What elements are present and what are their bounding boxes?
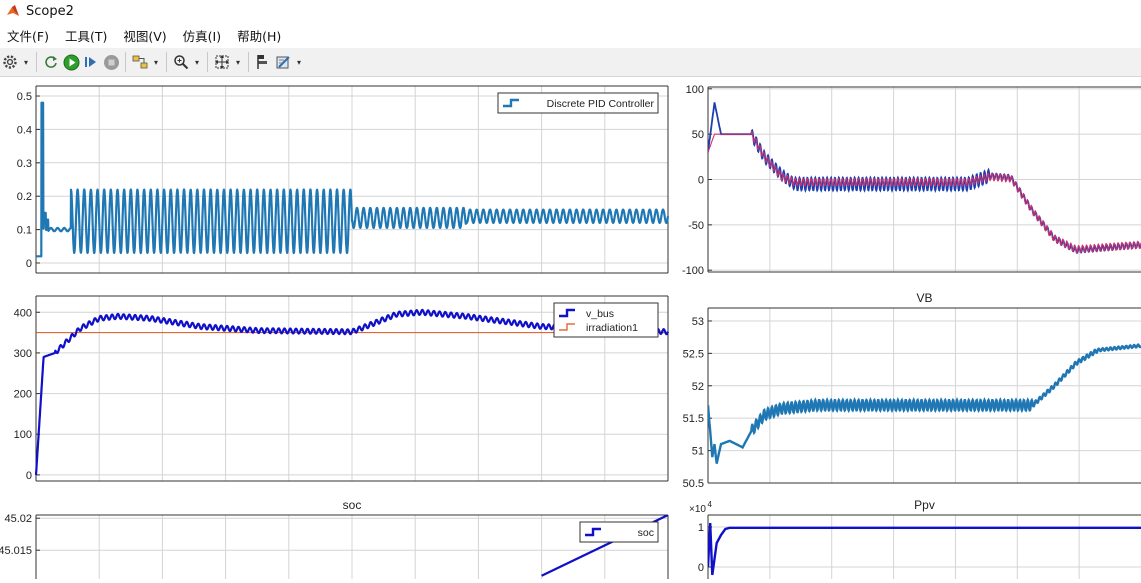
title-bar: Scope2 <box>0 0 1141 22</box>
plot-panel-vb <box>708 308 1141 483</box>
scope-plot-area: 0 0.1 0.2 0.3 0.4 0.5 Discrete PID Controller -… <box>0 77 1141 579</box>
menu-view[interactable]: 视图(V) <box>116 26 175 45</box>
y-tick-label: 51.5 <box>683 413 704 425</box>
y-tick-label: 0 <box>26 258 32 270</box>
y-tick-label: 100 <box>686 84 704 96</box>
y-tick-label: 1 <box>698 522 704 534</box>
y-tick-label: 400 <box>14 307 32 319</box>
toolbar-separator <box>125 52 126 72</box>
y-tick-label: 0.1 <box>17 225 32 237</box>
y-tick-label: 52.5 <box>683 348 704 360</box>
zoom-dropdown-icon[interactable]: ▾ <box>191 51 203 73</box>
plot-panel-ppv <box>708 515 1141 579</box>
y-tick-label: 0.4 <box>17 124 32 136</box>
y-tick-label: 0 <box>698 175 704 187</box>
legend-label: soc <box>638 527 654 539</box>
legend-label: Discrete PID Controller <box>547 98 655 110</box>
y-tick-label: 300 <box>14 348 32 360</box>
menu-simulation[interactable]: 仿真(I) <box>176 26 230 45</box>
refresh-icon[interactable] <box>41 51 61 73</box>
step-forward-icon[interactable] <box>81 51 101 73</box>
y-tick-label: 51 <box>692 446 704 458</box>
cursor-icon[interactable] <box>253 51 273 73</box>
matlab-logo-icon <box>7 5 19 16</box>
menu-bar: 文件(F) 工具(T) 视图(V) 仿真(I) 帮助(H) <box>0 22 1141 48</box>
menu-help[interactable]: 帮助(H) <box>230 26 290 45</box>
gear-dropdown-icon[interactable]: ▾ <box>20 51 32 73</box>
signal-select-dropdown-icon[interactable]: ▾ <box>150 51 162 73</box>
run-icon[interactable] <box>61 51 81 73</box>
style-dropdown-icon[interactable]: ▾ <box>293 51 305 73</box>
y-tick-label: 0.5 <box>17 91 32 103</box>
y-tick-label: 50.5 <box>683 478 704 490</box>
y-tick-label: 100 <box>14 429 32 441</box>
y-tick-label: 0 <box>698 562 704 574</box>
axis-exponent-label: ×10 <box>689 504 706 515</box>
y-tick-label: 0 <box>26 470 32 482</box>
legend-label: v_bus <box>586 308 614 320</box>
toolbar-separator <box>207 52 208 72</box>
chart-title-ppv: Ppv <box>914 498 935 512</box>
y-tick-label: -50 <box>688 220 704 232</box>
stop-icon[interactable] <box>101 51 121 73</box>
fit-view-dropdown-icon[interactable]: ▾ <box>232 51 244 73</box>
fit-view-icon[interactable] <box>212 51 232 73</box>
y-tick-label: 50 <box>692 129 704 141</box>
y-tick-label: 52 <box>692 381 704 393</box>
menu-tools[interactable]: 工具(T) <box>58 26 116 45</box>
chart-title-vb: VB <box>916 291 932 305</box>
zoom-icon[interactable] <box>171 51 191 73</box>
y-tick-label: 200 <box>14 389 32 401</box>
style-icon[interactable] <box>273 51 293 73</box>
axis-exponent-power: 4 <box>708 500 713 509</box>
y-tick-label: 45.015 <box>0 545 32 557</box>
y-tick-label: -100 <box>682 265 704 277</box>
scope-plots: 0 0.1 0.2 0.3 0.4 0.5 Discrete PID Controller -… <box>0 84 1141 579</box>
toolbar-separator <box>166 52 167 72</box>
window-title: Scope2 <box>26 3 74 19</box>
toolbar-separator <box>36 52 37 72</box>
y-tick-label: 53 <box>692 316 704 328</box>
toolbar: ▾ ▾ ▾ ▾ ▾ <box>0 48 1141 77</box>
toolbar-separator <box>248 52 249 72</box>
gear-icon[interactable] <box>0 51 20 73</box>
chart-title-soc: soc <box>343 498 362 512</box>
menu-file[interactable]: 文件(F) <box>0 26 58 45</box>
y-tick-label: 0.2 <box>17 191 32 203</box>
signal-select-icon[interactable] <box>130 51 150 73</box>
y-tick-label: 45.02 <box>4 513 32 525</box>
legend-label: irradiation1 <box>586 322 638 334</box>
y-tick-label: 0.3 <box>17 158 32 170</box>
